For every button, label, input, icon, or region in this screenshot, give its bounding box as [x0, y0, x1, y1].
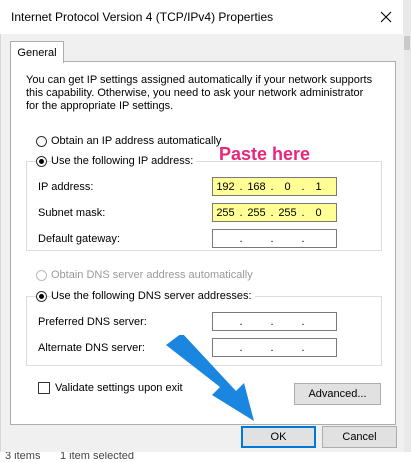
close-button[interactable] [372, 4, 400, 30]
octet-dot: . [239, 232, 243, 245]
ip-octet-3: 0 [284, 180, 291, 193]
label-use-following-ip: Use the following IP address: [51, 155, 197, 167]
status-item-count: 3 items [5, 452, 41, 462]
radio-use-following-ip[interactable] [36, 156, 47, 167]
advanced-button[interactable]: Advanced... [294, 383, 381, 405]
description-text: You can get IP settings assigned automat… [26, 74, 373, 112]
octet-dot: . [301, 341, 305, 354]
radio-obtain-ip-auto[interactable] [36, 136, 47, 147]
label-obtain-dns-auto: Obtain DNS server address automatically [51, 269, 256, 281]
ip-octet-4: 1 [315, 180, 322, 193]
subnet-mask-field[interactable]: 255. 255. 255. 0 [212, 203, 337, 222]
label-preferred-dns: Preferred DNS server: [38, 316, 147, 328]
background-window-strip [403, 0, 411, 462]
subnet-octet-1: 255 [216, 206, 235, 219]
octet-dot: . [270, 315, 274, 328]
octet-dot: . [239, 315, 243, 328]
subnet-octet-2: 255 [247, 206, 266, 219]
label-alternate-dns: Alternate DNS server: [38, 342, 145, 354]
label-default-gateway: Default gateway: [38, 233, 120, 245]
advanced-button-label: Advanced... [308, 388, 367, 400]
close-icon [380, 11, 392, 23]
ip-address-field[interactable]: 192. 168. 0. 1 [212, 177, 337, 196]
subnet-octet-4: 0 [315, 206, 322, 219]
paste-here-annotation: Paste here [219, 144, 311, 164]
octet-dot: . [301, 232, 305, 245]
subnet-octet-3: 255 [278, 206, 297, 219]
scrollbar-thumb[interactable] [404, 36, 410, 50]
window-title: Internet Protocol Version 4 (TCP/IPv4) P… [11, 10, 274, 24]
ip-octet-2: 168 [247, 180, 266, 193]
label-obtain-ip-auto: Obtain an IP address automatically [51, 135, 225, 147]
radio-obtain-dns-auto[interactable] [36, 270, 47, 281]
status-selected: 1 item selected [60, 452, 134, 462]
tab-general-label: General [17, 46, 57, 59]
pointer-arrow-icon [166, 335, 254, 421]
label-use-following-dns: Use the following DNS server addresses: [51, 290, 255, 302]
label-subnet-mask: Subnet mask: [38, 207, 106, 219]
cancel-button[interactable]: Cancel [322, 426, 397, 448]
cancel-button-label: Cancel [342, 431, 377, 443]
default-gateway-field[interactable]: . . . [212, 229, 337, 248]
validate-checkbox[interactable] [38, 382, 50, 394]
status-bar: 3 items 1 item selected [0, 452, 411, 462]
tab-general[interactable]: General [10, 41, 64, 63]
octet-dot: . [270, 232, 274, 245]
ip-octet-1: 192 [216, 180, 235, 193]
radio-use-following-dns[interactable] [36, 291, 47, 302]
label-ip-address: IP address: [38, 181, 94, 193]
octet-dot: . [301, 315, 305, 328]
preferred-dns-field[interactable]: . . . [212, 312, 337, 331]
